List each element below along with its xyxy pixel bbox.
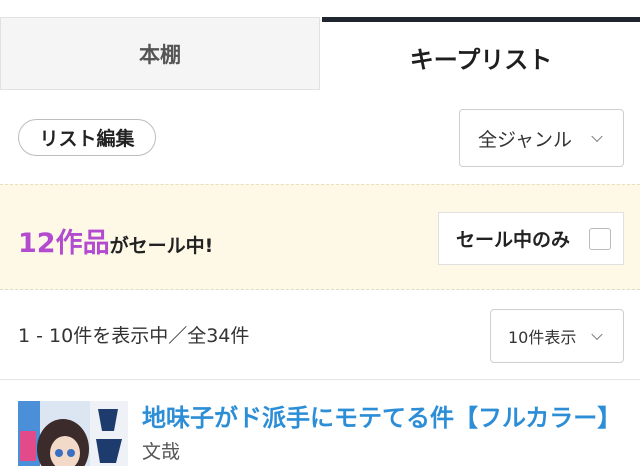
tab-keep-list[interactable]: キープリスト <box>322 17 640 92</box>
sale-only-checkbox[interactable] <box>589 228 611 250</box>
sale-count: 12作品 <box>18 228 110 259</box>
book-cover-image[interactable] <box>18 401 128 466</box>
chevron-down-icon <box>591 328 603 341</box>
tab-keep-list-label: キープリスト <box>409 45 553 74</box>
per-page-value: 10件表示 <box>508 328 577 347</box>
pagination-bar: 1 - 10件を表示中／全34件 10件表示 <box>0 290 640 380</box>
book-author[interactable]: 文哉 <box>142 437 180 464</box>
sale-message: 12作品がセール中! <box>18 221 213 260</box>
tab-bar: 本棚 キープリスト <box>0 0 640 92</box>
sale-banner: 12作品がセール中! セール中のみ <box>0 184 640 290</box>
sale-only-label: セール中のみ <box>456 229 571 251</box>
book-title-link[interactable]: 地味子がド派手にモテてる件【フルカラー】 <box>142 398 622 433</box>
genre-select[interactable]: 全ジャンル <box>459 109 624 167</box>
list-item[interactable]: 地味子がド派手にモテてる件【フルカラー】 文哉 <box>0 381 640 466</box>
genre-select-value: 全ジャンル <box>478 128 573 151</box>
sale-only-filter[interactable]: セール中のみ <box>438 212 624 265</box>
chevron-down-icon <box>591 130 603 143</box>
per-page-select[interactable]: 10件表示 <box>490 309 624 363</box>
result-range: 1 - 10件を表示中／全34件 <box>18 325 250 347</box>
sale-suffix: がセール中! <box>109 235 214 257</box>
tab-bookshelf[interactable]: 本棚 <box>0 17 320 90</box>
list-toolbar: リスト編集 全ジャンル <box>0 92 640 184</box>
edit-list-button[interactable]: リスト編集 <box>18 119 156 156</box>
tab-bookshelf-label: 本棚 <box>139 42 181 67</box>
edit-list-label: リスト編集 <box>39 128 135 150</box>
